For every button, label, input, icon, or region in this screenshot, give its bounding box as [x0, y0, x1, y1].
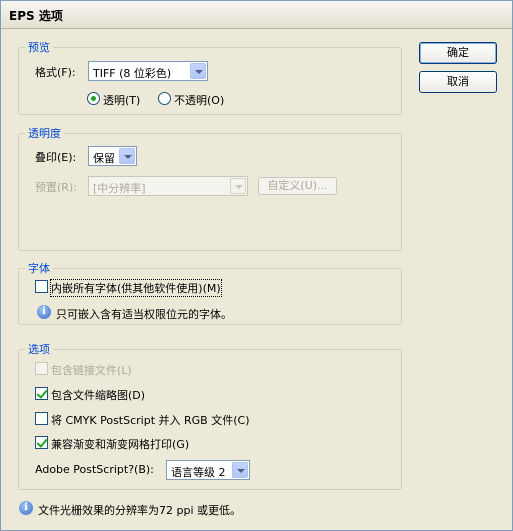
format-label: 格式(F): — [35, 66, 76, 79]
gradient-compat-checkbox[interactable] — [35, 436, 48, 449]
transparency-legend: 透明度 — [28, 127, 61, 140]
chevron-down-icon[interactable] — [230, 178, 246, 194]
transparent-radio-label[interactable]: 透明(T) — [103, 92, 140, 108]
cmyk-postscript-checkbox[interactable] — [35, 412, 48, 425]
overprint-select[interactable]: 保留 — [88, 146, 137, 166]
preset-select-value: [中分辨率] — [93, 182, 146, 195]
cmyk-postscript-label[interactable]: 将 CMYK PostScript 并入 RGB 文件(C) — [51, 412, 249, 428]
title-bar: EPS 选项 — [1, 1, 512, 29]
format-select-value: TIFF (8 位彩色) — [93, 67, 172, 80]
postscript-level-select[interactable]: 语言等级 2 — [166, 460, 250, 480]
preview-legend: 预览 — [28, 41, 50, 54]
chevron-down-icon[interactable] — [232, 462, 248, 478]
embed-all-fonts-checkbox[interactable] — [35, 280, 48, 293]
include-linked-files-label[interactable]: 包含链接文件(L) — [51, 362, 132, 378]
ok-button[interactable]: 确定 — [419, 42, 497, 64]
opaque-radio[interactable] — [158, 92, 171, 105]
cancel-button[interactable]: 取消 — [419, 71, 497, 93]
transparent-radio[interactable] — [87, 92, 100, 105]
postscript-level-value: 语言等级 2 — [171, 466, 226, 479]
postscript-level-label: Adobe PostScript?(B): — [35, 463, 154, 476]
chevron-down-icon[interactable] — [119, 148, 135, 164]
format-select[interactable]: TIFF (8 位彩色) — [88, 61, 208, 81]
window-title: EPS 选项 — [9, 9, 63, 23]
overprint-select-value: 保留 — [93, 152, 115, 165]
opaque-radio-label[interactable]: 不透明(O) — [174, 92, 224, 108]
embed-all-fonts-label[interactable]: 内嵌所有字体(供其他软件使用)(M) — [50, 279, 222, 297]
footer-info-text: 文件光栅效果的分辨率为72 ppi 或更低。 — [38, 504, 242, 517]
overprint-label: 叠印(E): — [35, 151, 77, 164]
custom-button[interactable]: 自定义(U)... — [258, 177, 337, 195]
fonts-info-text: 只可嵌入含有适当权限位元的字体。 — [56, 308, 232, 321]
fonts-legend: 字体 — [28, 262, 50, 275]
chevron-down-icon[interactable] — [190, 63, 206, 79]
info-icon: i — [19, 501, 33, 515]
preset-select[interactable]: [中分辨率] — [88, 176, 248, 196]
info-icon: i — [37, 305, 51, 319]
eps-options-dialog: EPS 选项 确定 取消 预览 格式(F): TIFF (8 位彩色) 透明(T… — [0, 0, 513, 531]
include-thumbnails-label[interactable]: 包含文件缩略图(D) — [51, 387, 145, 403]
preset-label: 预置(R): — [35, 181, 77, 194]
options-legend: 选项 — [28, 343, 50, 356]
include-thumbnails-checkbox[interactable] — [35, 387, 48, 400]
include-linked-files-checkbox[interactable] — [35, 362, 48, 375]
gradient-compat-label[interactable]: 兼容渐变和渐变网格打印(G) — [51, 436, 189, 452]
